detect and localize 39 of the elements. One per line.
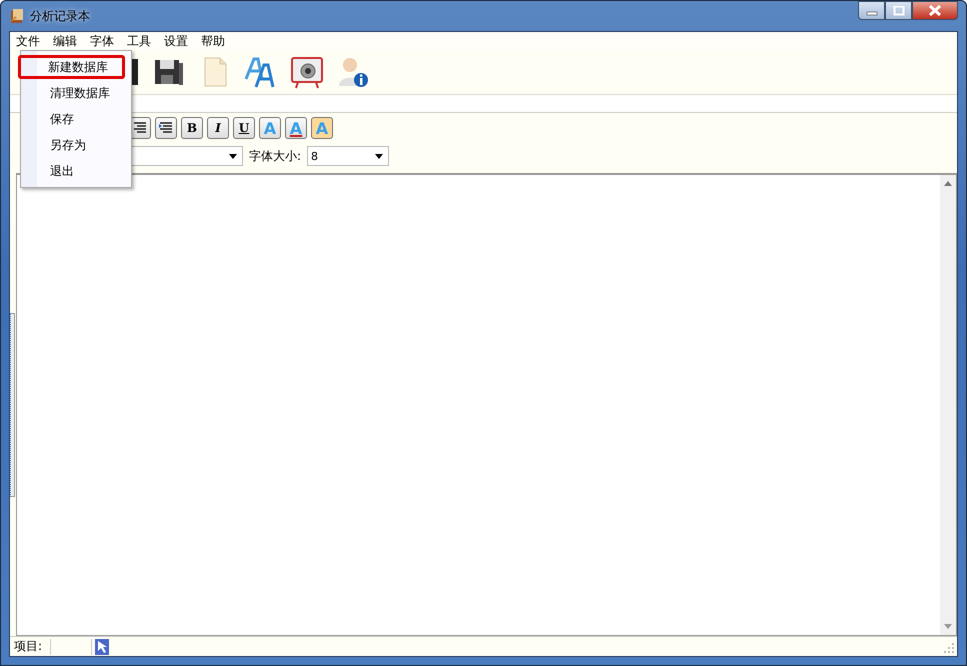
scrollbar[interactable] xyxy=(940,175,956,635)
font-size-label: 字体大小: xyxy=(249,148,302,164)
minimize-button[interactable] xyxy=(858,1,885,20)
menu-option[interactable]: 新建数据库 xyxy=(18,55,125,79)
menu-option[interactable]: 清理数据库 xyxy=(23,81,129,105)
menu-item[interactable]: 文件 xyxy=(15,32,46,50)
underline-button[interactable]: U xyxy=(233,117,255,139)
camera-icon[interactable] xyxy=(290,55,324,89)
window-title: 分析记录本 xyxy=(30,8,90,24)
splitter-handle[interactable] xyxy=(10,312,15,496)
indent-icon xyxy=(159,122,173,134)
menu-item[interactable]: 工具 xyxy=(126,32,157,50)
menu-option[interactable]: 退出 xyxy=(23,159,129,183)
font-size-dropdown[interactable]: 8 xyxy=(307,146,390,166)
caret-icon xyxy=(375,154,384,158)
font-size-value: 8 xyxy=(311,150,318,162)
scroll-up-icon[interactable] xyxy=(944,181,952,186)
bold-button[interactable]: B xyxy=(181,117,203,139)
close-button[interactable] xyxy=(912,1,958,20)
menu-item[interactable]: 字体 xyxy=(89,32,120,50)
user-info-icon[interactable] xyxy=(336,55,370,89)
cursor-icon xyxy=(95,638,109,654)
menu-item[interactable]: 帮助 xyxy=(200,32,231,50)
indent-button[interactable] xyxy=(155,117,177,139)
menu-option[interactable]: 另存为 xyxy=(23,133,129,157)
caret-icon xyxy=(229,154,237,158)
resize-grip[interactable] xyxy=(944,643,954,653)
maximize-button[interactable] xyxy=(885,1,912,20)
menu-item[interactable]: 编辑 xyxy=(52,32,83,50)
align-icon xyxy=(133,122,147,134)
close-icon xyxy=(928,5,942,16)
menu-option[interactable]: 保存 xyxy=(23,107,129,131)
scroll-down-icon[interactable] xyxy=(944,624,952,629)
menu-item[interactable]: 设置 xyxy=(163,32,194,50)
maximize-icon xyxy=(892,6,904,16)
italic-button[interactable]: I xyxy=(207,117,229,139)
app-icon xyxy=(9,8,25,24)
status-label: 项目: xyxy=(14,638,44,655)
status-field xyxy=(50,638,92,654)
